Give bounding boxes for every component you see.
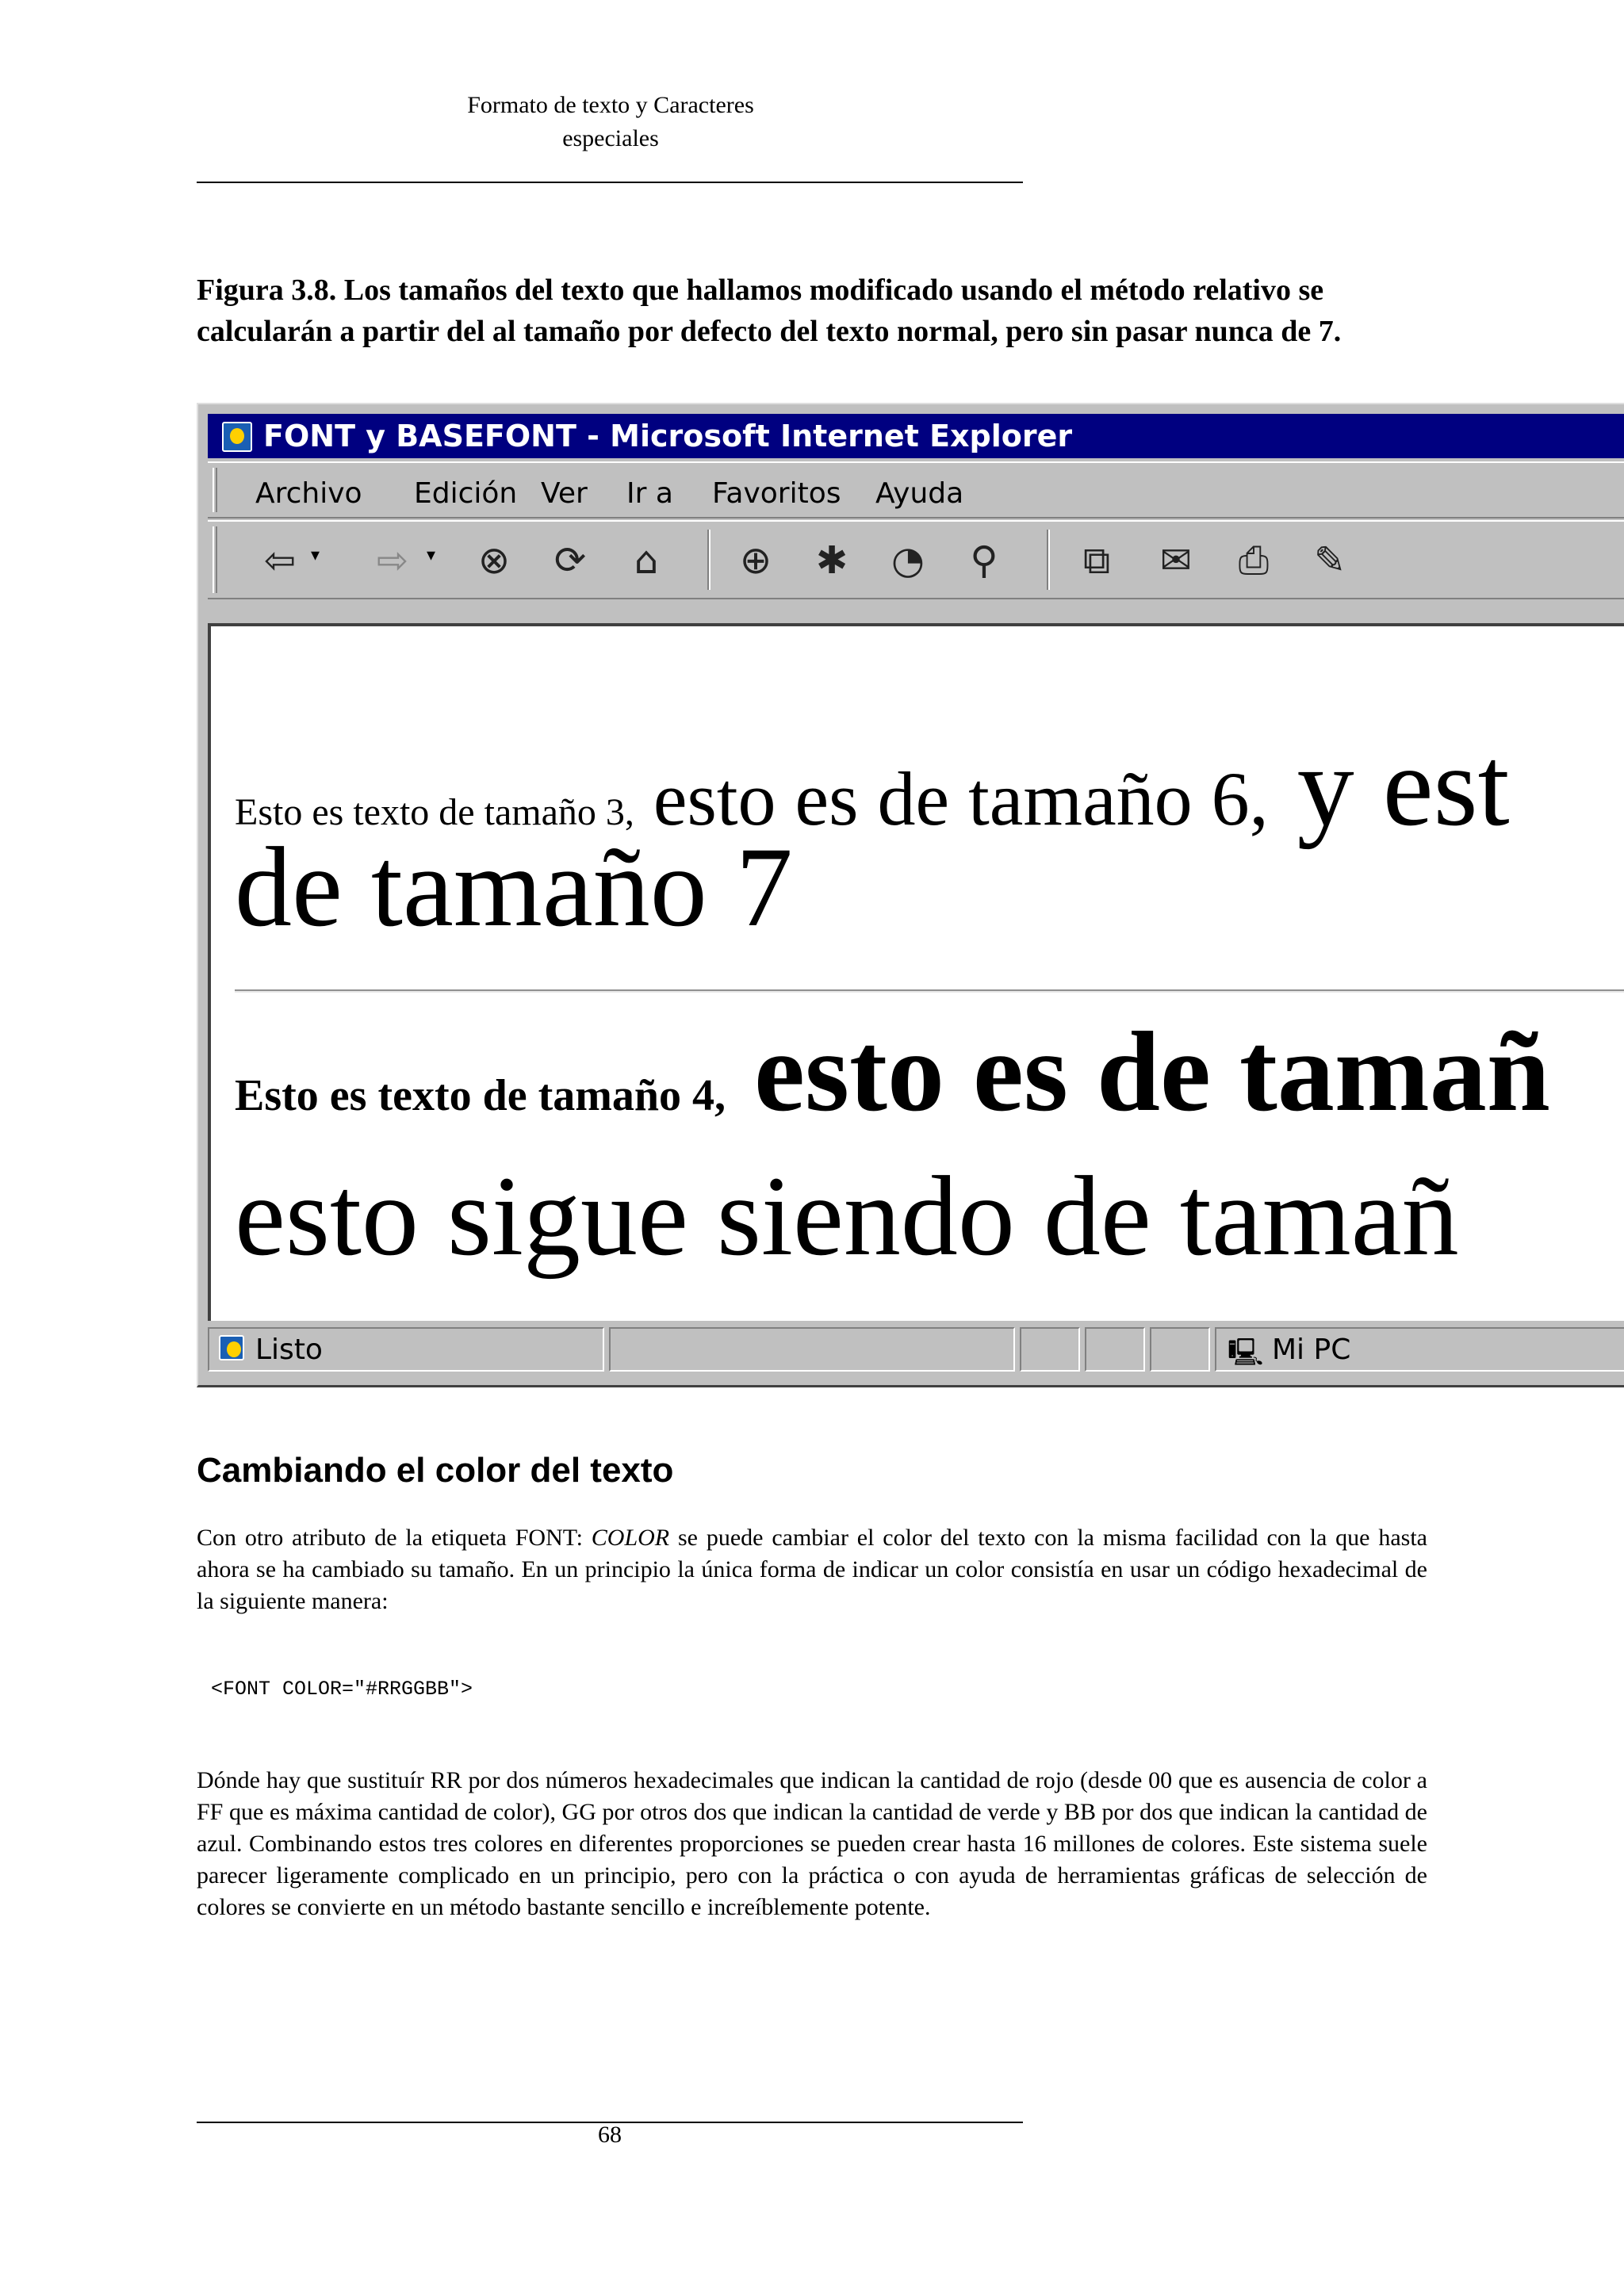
status-cell-1 — [1020, 1327, 1080, 1372]
menu-ver[interactable]: Ver — [541, 477, 588, 510]
mail-icon[interactable]: ✉ — [1151, 536, 1201, 585]
para1-text: Con otro atributo de la etiqueta FONT: — [197, 1525, 592, 1551]
search-icon[interactable]: ⊕ — [731, 536, 780, 585]
menu-bar: Archivo Edición Ver Ir a Favoritos Ayuda — [208, 461, 1624, 519]
text-size-large: esto es de tamañ — [726, 1009, 1550, 1135]
para1-emphasis: COLOR — [591, 1525, 670, 1551]
running-header: Formato de texto y Caracteres especiales — [198, 89, 1023, 155]
favorites-icon[interactable]: ✱ — [807, 536, 856, 585]
history-icon[interactable]: ◔ — [883, 536, 933, 585]
stop-icon[interactable]: ⊗ — [469, 536, 519, 585]
menu-ayuda[interactable]: Ayuda — [875, 477, 963, 510]
text-size-4: Esto es texto de tamaño 4, — [235, 1071, 726, 1120]
toolbar-separator — [707, 530, 710, 590]
text-size-7-start: y est — [1268, 724, 1510, 850]
horizontal-rule — [235, 989, 1624, 993]
edit-icon[interactable]: ✎ — [1305, 536, 1354, 585]
page-viewport: Esto es texto de tamaño 3, esto es de ta… — [208, 623, 1624, 1321]
text-size-large-continued: esto sigue siendo de tamañ — [235, 1154, 1459, 1280]
title-bar: FONT y BASEFONT - Microsoft Internet Exp… — [208, 414, 1624, 458]
status-cell-progress — [609, 1327, 1015, 1372]
header-line-2: especiales — [562, 125, 659, 151]
channels-icon[interactable]: ⚲ — [959, 536, 1009, 585]
home-icon[interactable]: ⌂ — [622, 536, 671, 585]
menu-ir-a[interactable]: Ir a — [626, 477, 673, 510]
section-heading: Cambiando el color del texto — [197, 1451, 674, 1490]
header-line-1: Formato de texto y Caracteres — [467, 92, 754, 118]
menu-edicion[interactable]: Edición — [414, 477, 517, 510]
page-number: 68 — [598, 2122, 622, 2148]
menu-archivo[interactable]: Archivo — [255, 477, 362, 510]
paragraph-2: Dónde hay que sustituír RR por dos númer… — [197, 1767, 1427, 1920]
toolbar: ⇦ ▾ ⇨ ▾ ⊗ ⟳ ⌂ ⊕ ✱ ◔ ⚲ ⧉ ✉ ⎙ ✎ — [208, 520, 1624, 599]
figure-caption: Figura 3.8. Los tamaños del texto que ha… — [197, 274, 1342, 348]
forward-icon[interactable]: ⇨ — [368, 536, 417, 585]
menu-favoritos[interactable]: Favoritos — [712, 477, 841, 510]
status-cell-3 — [1150, 1327, 1210, 1372]
ie-app-icon — [222, 422, 252, 452]
status-bar: Listo 🖳 Mi PC — [208, 1324, 1624, 1375]
print-icon[interactable]: ⎙ — [1229, 536, 1278, 585]
content-line-3: Esto es texto de tamaño 4, esto es de ta… — [235, 1007, 1550, 1138]
header-rule — [197, 182, 1023, 183]
menu-grip — [213, 468, 217, 512]
toolbar-separator — [1047, 530, 1050, 590]
paragraph-1: Con otro atributo de la etiqueta FONT: C… — [197, 1522, 1427, 1617]
forward-dropdown-icon[interactable]: ▾ — [427, 545, 435, 565]
browser-window: FONT y BASEFONT - Microsoft Internet Exp… — [197, 403, 1624, 1387]
toolbar-grip — [213, 526, 217, 593]
window-title: FONT y BASEFONT - Microsoft Internet Exp… — [263, 419, 1073, 453]
refresh-icon[interactable]: ⟳ — [546, 536, 595, 585]
page-status-icon — [219, 1335, 244, 1360]
status-text: Listo — [255, 1334, 323, 1366]
back-icon[interactable]: ⇦ — [255, 536, 304, 585]
computer-icon: 🖳 — [1228, 1337, 1264, 1368]
code-sample: <FONT COLOR="#RRGGBB"> — [211, 1678, 473, 1701]
back-dropdown-icon[interactable]: ▾ — [311, 545, 320, 565]
fullscreen-icon[interactable]: ⧉ — [1072, 536, 1121, 585]
text-size-7: de tamaño 7 — [235, 825, 793, 951]
zone-text: Mi PC — [1272, 1334, 1351, 1366]
status-cell-2 — [1085, 1327, 1145, 1372]
